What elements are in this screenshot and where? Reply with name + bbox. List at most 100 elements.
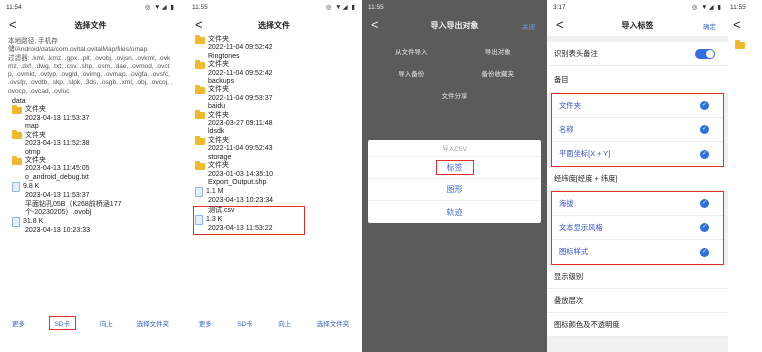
select-folder-button[interactable]: 选择文件夹 xyxy=(317,318,350,328)
confirm-button[interactable]: 确定 xyxy=(703,21,716,31)
field-text-style[interactable]: 文本显示风格 ✓ xyxy=(552,216,723,240)
item-type: 文件夹 xyxy=(208,86,229,94)
group-title: 备目 xyxy=(547,66,728,93)
export-object-button[interactable]: 导出对象 xyxy=(455,46,542,56)
field-plane-coords[interactable]: 平面坐标[X + Y] ✓ xyxy=(552,142,723,166)
item-date: 2022-11-04 09:52:42 xyxy=(208,69,273,77)
recognize-header-row: 识别表头备注 xyxy=(547,42,728,66)
screenshot-strip: 11:54 ◎ ▼◢ ▮ < 选择文件 本地路径: 手机存储/Android/dat… xyxy=(0,0,762,352)
field-label: 图标颜色及不透明度 xyxy=(554,319,620,329)
option-shape[interactable]: 图形 xyxy=(368,179,541,201)
field-stack-order[interactable]: 叠放层次 xyxy=(547,289,728,313)
field-lonlat[interactable]: 经纬度[经度 + 纬度] xyxy=(547,167,728,191)
status-time: 11:55 xyxy=(368,3,384,11)
up-button[interactable]: 向上 xyxy=(278,318,291,328)
list-item[interactable]: 平面钻孔05B（K268前桥涵177个-20230205）.ovobj 31.8 … xyxy=(12,201,169,236)
close-button[interactable]: 关闭 xyxy=(522,21,535,31)
item-name: baidu xyxy=(208,103,226,111)
status-icons: ◎ ▼◢ ▮ xyxy=(691,4,722,11)
item-type: 文件夹 xyxy=(208,36,229,43)
status-icons: ◎ ▼◢ ▮ xyxy=(144,4,175,11)
field-group-2: 海拔 ✓ 文本显示风格 ✓ 图标样式 ✓ xyxy=(551,191,724,265)
list-item[interactable]: storage 文件夹 2023-01-03 14:35:10 xyxy=(195,154,353,179)
sd-card-button[interactable]: SD卡 xyxy=(48,316,77,330)
more-button[interactable]: 更多 xyxy=(12,318,25,328)
field-display-level[interactable]: 显示级别 xyxy=(547,265,728,289)
item-size: 31.8 K xyxy=(23,218,44,226)
check-icon: ✓ xyxy=(700,149,709,159)
field-group-1: 文件夹 ✓ 名称 ✓ 平面坐标[X + Y] ✓ xyxy=(551,93,724,167)
list-item[interactable]: baidu 文件夹 2023-03-27 09:11:48 xyxy=(195,103,353,128)
title-bar: < 导入标签 确定 xyxy=(547,14,728,36)
sd-card-button[interactable]: SD卡 xyxy=(237,318,253,328)
back-icon[interactable]: < xyxy=(556,17,564,32)
field-name[interactable]: 名称 ✓ xyxy=(552,118,723,142)
recognize-header-label: 识别表头备注 xyxy=(554,48,598,58)
more-button[interactable]: 更多 xyxy=(199,318,212,328)
file-picker-panel-2: 11:55 ◎ ▼◢ ▮ < 选择文件 文件夹 2022-11-04 09:52:42… xyxy=(186,0,362,352)
title-bar: < 选择文件 xyxy=(186,14,362,36)
recognize-header-toggle[interactable] xyxy=(695,48,715,59)
backup-favorites-button[interactable]: 备份收藏夹 xyxy=(455,68,542,78)
action-grid: 从文件导入 导出对象 导入备份 备份收藏夹 文件分享 xyxy=(362,38,547,108)
item-date: 2022-11-04 09:52:43 xyxy=(208,145,273,153)
field-label: 平面坐标[X + Y] xyxy=(559,149,611,158)
file-share-button[interactable]: 文件分享 xyxy=(368,90,541,100)
item-date: 2023-01-03 14:35:10 xyxy=(208,170,273,178)
list-item[interactable]: 文件夹 2022-11-04 09:52:42 xyxy=(195,34,353,53)
item-date: 2023-04-13 11:45:05 xyxy=(25,165,90,173)
bottom-bar: 更多 SD卡 向上 选择文件夹 xyxy=(0,316,181,330)
status-bar: 11:55 ◎ ▼◢ ▮ xyxy=(186,0,362,14)
back-icon[interactable]: < xyxy=(371,17,379,32)
item-type: 文件夹 xyxy=(25,156,46,164)
item-name: otmp xyxy=(25,148,41,156)
check-icon: ✓ xyxy=(700,247,709,257)
status-bar: 11:55 xyxy=(728,0,762,14)
item-date: 2022-11-04 09:53:37 xyxy=(208,94,273,102)
path-info: 本地路径: 手机存储/Android/data/com.ovital.ovita… xyxy=(0,36,181,98)
csv-file-item[interactable]: 测试.csv 1.3 K 2023-04-13 11:53:22 xyxy=(193,205,305,235)
file-icon xyxy=(195,187,203,198)
field-label: 文件夹 xyxy=(559,100,581,110)
field-icon-color[interactable]: 图标颜色及不透明度 xyxy=(547,313,728,337)
import-csv-sheet: 导入CSV 标签 图形 轨迹 xyxy=(368,140,541,223)
back-icon[interactable]: < xyxy=(9,17,17,32)
list-item[interactable]: backups 文件夹 2022-11-04 09:53:37 xyxy=(195,78,353,103)
field-label: 叠放层次 xyxy=(554,295,584,305)
item-date: 2023-04-13 10:23:33 xyxy=(25,227,90,235)
item-type: 文件夹 xyxy=(25,106,46,114)
field-folder[interactable]: 文件夹 ✓ xyxy=(552,94,723,118)
file-icon xyxy=(195,215,203,226)
field-altitude[interactable]: 海拔 ✓ xyxy=(552,192,723,216)
item-type: 文件夹 xyxy=(208,61,229,69)
item-name: storage xyxy=(208,153,232,161)
up-button[interactable]: 向上 xyxy=(100,318,113,328)
option-track[interactable]: 轨迹 xyxy=(368,201,541,223)
filter-text: 过滤器: .kml, .kmz, .gpx, .plt, .ovobj, .ov… xyxy=(8,54,173,95)
list-item[interactable] xyxy=(728,36,762,51)
list-item[interactable]: o_android_debug.txt 9.8 K 2023-04-13 11:53… xyxy=(12,174,169,201)
back-icon[interactable]: < xyxy=(733,17,741,32)
item-name: o_android_debug.txt xyxy=(25,173,89,181)
back-icon[interactable]: < xyxy=(195,17,203,32)
list-item[interactable]: ldsdk 文件夹 2022-11-04 09:52:43 xyxy=(195,128,353,153)
folder-icon xyxy=(195,160,205,170)
title-bar: < 导入导出对象 关闭 xyxy=(362,14,547,36)
partial-panel: 11:55 < xyxy=(728,0,762,352)
local-path-text: 本地路径: 手机存储/Android/data/com.ovital.ovita… xyxy=(8,38,148,54)
status-bar: 11:55 xyxy=(362,0,547,14)
file-icon xyxy=(12,182,20,193)
list-item[interactable]: map 文件夹 2023-04-13 11:52:38 xyxy=(12,123,169,148)
option-label[interactable]: 标签 xyxy=(368,157,541,179)
list-item[interactable]: data 文件夹 2023-04-13 11:53:37 xyxy=(12,98,169,123)
item-name: 测试.csv xyxy=(208,206,235,214)
import-backup-button[interactable]: 导入备份 xyxy=(368,68,455,78)
list-item[interactable]: Ringtones 文件夹 2022-11-04 09:52:42 xyxy=(195,53,353,78)
field-icon-style[interactable]: 图标样式 ✓ xyxy=(552,240,723,264)
list-item[interactable]: otmp 文件夹 2023-04-13 11:45:05 xyxy=(12,149,169,174)
list-item[interactable]: Export_Output.shp 1.1 M 2023-04-13 10:23:3… xyxy=(195,179,353,206)
field-label: 图标样式 xyxy=(559,247,589,256)
import-from-file-button[interactable]: 从文件导入 xyxy=(368,46,455,56)
select-folder-button[interactable]: 选择文件夹 xyxy=(137,318,170,328)
item-size: 1.1 M xyxy=(206,188,224,196)
